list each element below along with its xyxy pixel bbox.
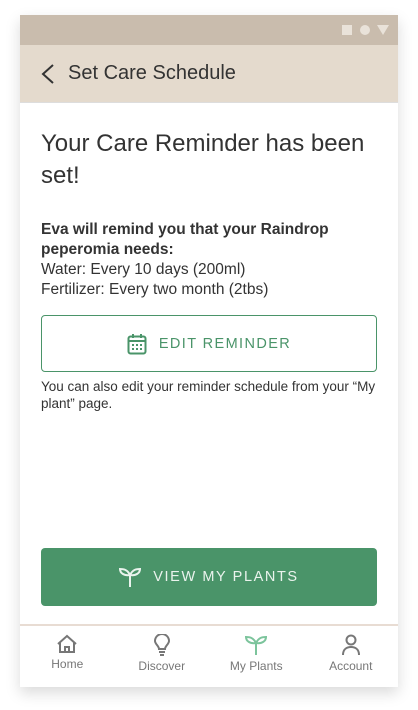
status-bar [20, 15, 398, 45]
nav-label-account: Account [329, 659, 373, 673]
nav-item-account[interactable]: Account [304, 626, 399, 687]
nav-label-my-plants: My Plants [229, 659, 283, 673]
back-arrow-icon[interactable] [40, 63, 56, 85]
sprout-icon [245, 635, 268, 655]
circle-icon [360, 25, 370, 35]
app-header: Set Care Schedule [20, 45, 398, 103]
nav-label-discover: Discover [138, 659, 186, 673]
edit-reminder-button[interactable]: EDIT REMINDER [41, 315, 377, 372]
lightbulb-icon [153, 634, 170, 656]
nav-item-my-plants[interactable]: My Plants [209, 626, 304, 687]
calendar-icon [127, 333, 147, 354]
view-my-plants-label: VIEW MY PLANTS [153, 569, 299, 585]
view-my-plants-button[interactable]: VIEW MY PLANTS [41, 548, 377, 606]
nav-label-home: Home [51, 657, 84, 671]
account-icon [341, 634, 360, 656]
triangle-icon [377, 25, 389, 35]
home-icon [57, 634, 77, 653]
edit-hint: You can also edit your reminder schedule… [41, 379, 376, 411]
reminder-details: Eva will remind you that your Raindrop p… [41, 220, 377, 300]
reminder-intro: Eva will remind you that your Raindrop p… [41, 221, 329, 258]
nav-item-discover[interactable]: Discover [115, 626, 210, 687]
water-schedule: Water: Every 10 days (200ml) [41, 261, 246, 278]
sprout-icon [119, 567, 142, 587]
bottom-nav: Home Discover My Plants Account [20, 624, 398, 687]
fertilizer-schedule: Fertilizer: Every two month (2tbs) [41, 281, 269, 298]
nav-item-home[interactable]: Home [20, 626, 115, 687]
edit-reminder-label: EDIT REMINDER [158, 335, 292, 352]
square-icon [342, 25, 352, 35]
phone-screen: Set Care Schedule Your Care Reminder has… [20, 15, 398, 687]
confirmation-heading: Your Care Reminder has been set! [41, 130, 365, 189]
page-title: Set Care Schedule [68, 62, 236, 84]
